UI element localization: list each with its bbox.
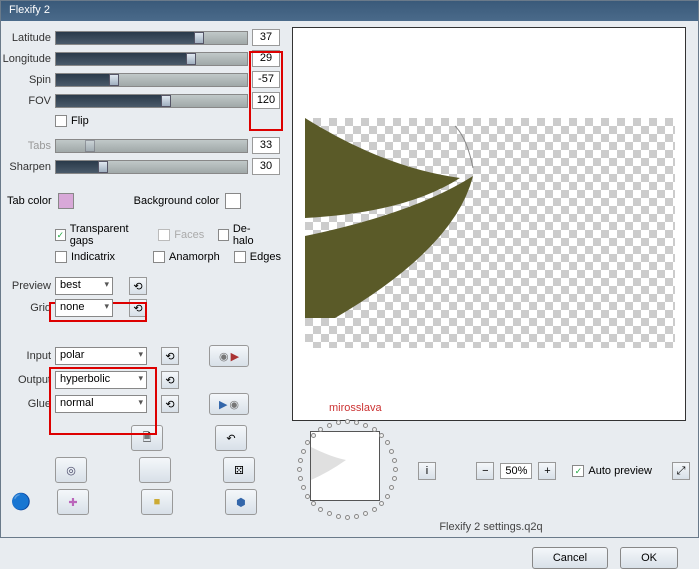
fov-value[interactable]: 120	[252, 92, 280, 109]
glue-label: Glue	[1, 398, 51, 410]
globe-icon[interactable]: 🔵	[11, 492, 31, 512]
bg-color-label: Background color	[134, 195, 220, 207]
spin-value[interactable]: -57	[252, 71, 280, 88]
preview-select[interactable]: best	[55, 277, 113, 295]
zoom-value[interactable]: 50%	[500, 463, 532, 479]
info-button[interactable]: i	[418, 462, 436, 480]
plus-icon: ✚	[68, 496, 77, 509]
flip-checkbox[interactable]: Flip	[55, 115, 89, 127]
spin-slider[interactable]	[55, 73, 248, 87]
transparent-gaps-checkbox[interactable]: ✓Transparent gaps	[55, 223, 144, 247]
dehalo-checkbox[interactable]: De-halo	[218, 223, 266, 247]
window-title: Flexify 2	[9, 4, 50, 16]
hex-icon: ⬢	[236, 496, 246, 509]
anamorph-checkbox[interactable]: Anamorph	[153, 251, 220, 263]
dice-icon: ⚄	[234, 464, 244, 477]
output-label: Output	[1, 374, 51, 386]
ok-button[interactable]: OK	[620, 547, 678, 569]
glue-sync-icon[interactable]: ⟲	[161, 395, 179, 413]
input-select[interactable]: polar	[55, 347, 147, 365]
tabs-label: Tabs	[1, 140, 51, 152]
expand-button[interactable]: ⤢	[672, 462, 690, 480]
fov-label: FOV	[1, 95, 51, 107]
latitude-value[interactable]: 37	[252, 29, 280, 46]
grid-sync-icon[interactable]: ⟲	[129, 299, 147, 317]
plus-icon: +	[544, 465, 550, 477]
navigator-frame[interactable]	[292, 427, 412, 515]
unfold-button[interactable]: ✚	[57, 489, 89, 515]
sharpen-label: Sharpen	[1, 161, 51, 173]
grid-label: Grid	[1, 302, 51, 314]
input-sync-icon[interactable]: ⟲	[161, 347, 179, 365]
tab-color-label: Tab color	[7, 195, 52, 207]
glue-play-button[interactable]: ▶◉	[209, 393, 249, 415]
preview-canvas	[305, 118, 675, 348]
expand-icon: ⤢	[677, 465, 686, 478]
longitude-slider[interactable]	[55, 52, 248, 66]
titlebar: Flexify 2	[1, 1, 698, 21]
bg-color-swatch[interactable]	[225, 193, 241, 209]
hex-button[interactable]: ⬢	[225, 489, 257, 515]
sharpen-slider[interactable]	[55, 160, 248, 174]
undo-button[interactable]: ↶	[215, 425, 247, 451]
edges-checkbox[interactable]: Edges	[234, 251, 281, 263]
target-icon: ◎	[66, 464, 76, 477]
fov-slider[interactable]	[55, 94, 248, 108]
auto-preview-checkbox[interactable]: ✓Auto preview	[572, 465, 652, 477]
blank-button-1[interactable]	[139, 457, 171, 483]
target-button[interactable]: ◎	[55, 457, 87, 483]
input-play-button[interactable]: ◉▶	[209, 345, 249, 367]
document-icon: 🗎	[143, 429, 152, 448]
document-button[interactable]: 🗎	[131, 425, 163, 451]
undo-icon: ↶	[226, 432, 235, 445]
indicatrix-checkbox[interactable]: Indicatrix	[55, 251, 115, 263]
info-icon: i	[426, 465, 428, 477]
latitude-slider[interactable]	[55, 31, 248, 45]
grid-select[interactable]: none	[55, 299, 113, 317]
zoom-in-button[interactable]: +	[538, 462, 556, 480]
output-sync-icon[interactable]: ⟲	[161, 371, 179, 389]
spin-label: Spin	[1, 74, 51, 86]
latitude-label: Latitude	[1, 32, 51, 44]
preview-sync-icon[interactable]: ⟲	[129, 277, 147, 295]
tabs-slider[interactable]	[55, 139, 248, 153]
sharpen-value[interactable]: 30	[252, 158, 280, 175]
flip-label: Flip	[71, 115, 89, 127]
minus-icon: −	[482, 465, 488, 477]
cancel-button[interactable]: Cancel	[532, 547, 608, 569]
output-select[interactable]: hyperbolic	[55, 371, 147, 389]
dice-button[interactable]: ⚄	[223, 457, 255, 483]
settings-file-label: Flexify 2 settings.q2q	[292, 521, 690, 533]
tab-color-swatch[interactable]	[58, 193, 74, 209]
box-icon: ■	[154, 496, 161, 508]
preview-panel[interactable]: mirosslava	[292, 27, 686, 421]
longitude-label: Longitude	[1, 53, 51, 65]
box-button[interactable]: ■	[141, 489, 173, 515]
glue-select[interactable]: normal	[55, 395, 147, 413]
input-label: Input	[1, 350, 51, 362]
navigator-thumb[interactable]	[310, 431, 380, 501]
faces-checkbox[interactable]: Faces	[158, 229, 204, 241]
tabs-value[interactable]: 33	[252, 137, 280, 154]
zoom-out-button[interactable]: −	[476, 462, 494, 480]
watermark: mirosslava	[329, 402, 382, 414]
preview-label: Preview	[1, 280, 51, 292]
longitude-value[interactable]: 29	[252, 50, 280, 67]
